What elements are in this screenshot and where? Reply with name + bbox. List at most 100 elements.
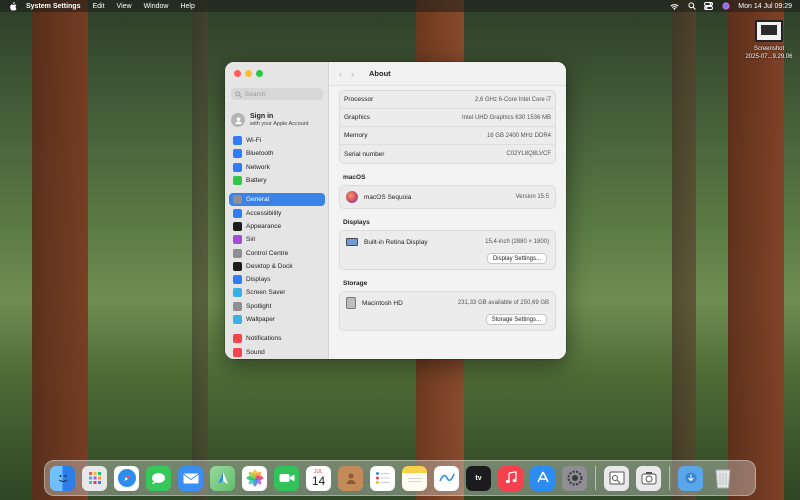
sidebar-item-appearance[interactable]: Appearance	[229, 220, 325, 233]
sidebar-item-spotlight[interactable]: Spotlight	[229, 300, 325, 313]
menu-clock[interactable]: Mon 14 Jul 09:29	[738, 3, 792, 10]
launchpad-icon[interactable]	[82, 465, 107, 491]
laptop-display-icon	[346, 238, 358, 246]
close-window-button[interactable]	[234, 70, 241, 77]
displays-icon	[233, 275, 242, 285]
maps-icon[interactable]	[210, 465, 235, 491]
sidebar-item-wifi[interactable]: Wi-Fi	[229, 134, 325, 147]
freeform-icon[interactable]	[434, 465, 459, 491]
wifi-status-icon[interactable]	[670, 2, 679, 10]
apple-menu-icon[interactable]	[8, 1, 18, 11]
preview-icon[interactable]	[604, 465, 629, 491]
back-chevron-icon[interactable]: ‹	[339, 69, 342, 79]
sidebar-item-screen-saver[interactable]: Screen Saver	[229, 286, 325, 299]
music-icon[interactable]	[498, 465, 523, 491]
sidebar-item-siri[interactable]: Siri	[229, 233, 325, 246]
storage-name: Macintosh HD	[362, 299, 403, 307]
macos-version: Version 15.5	[515, 194, 549, 200]
display-detail: 15,4-inch (2880 × 1800)	[485, 239, 549, 245]
downloads-folder-icon[interactable]	[678, 465, 703, 491]
toolbar: ‹ › About	[329, 62, 566, 86]
spec-value: C02YL8Q8LVCF	[506, 151, 551, 157]
sidebar-item-accessibility[interactable]: Accessibility	[229, 206, 325, 219]
sidebar-item-label: Bluetooth	[246, 150, 274, 158]
sidebar-item-general[interactable]: General	[229, 193, 325, 207]
sign-in-item[interactable]: Sign in with your Apple Account	[231, 107, 323, 133]
display-settings-button[interactable]: Display Settings...	[486, 253, 547, 264]
notes-icon[interactable]	[402, 465, 427, 491]
app-store-icon[interactable]	[530, 465, 555, 491]
network-icon	[233, 162, 242, 172]
sidebar-item-sound[interactable]: Sound	[229, 345, 325, 358]
window-controls	[234, 70, 263, 77]
contacts-icon[interactable]	[338, 465, 363, 491]
photos-icon[interactable]	[242, 465, 267, 491]
zoom-window-button[interactable]	[256, 70, 263, 77]
sidebar-item-battery[interactable]: Battery	[229, 174, 325, 187]
sidebar-item-label: Sound	[246, 348, 265, 356]
desktop-dock-icon	[233, 261, 242, 271]
spec-value: 16 GB 2400 MHz DDR4	[486, 132, 551, 139]
sidebar-item-label: Network	[246, 163, 270, 171]
about-scroll-area[interactable]: Processor 2,6 GHz 6-Core Intel Core i7 Gr…	[329, 86, 566, 359]
macos-card: macOS Sequoia Version 15.5	[339, 185, 556, 209]
menu-help[interactable]: Help	[180, 3, 194, 10]
gear-icon	[233, 195, 242, 205]
control-centre-icon	[233, 248, 242, 258]
safari-icon[interactable]	[114, 465, 139, 491]
page-title: About	[369, 69, 391, 78]
trash-icon[interactable]	[710, 466, 735, 491]
storage-detail: 231,33 GB available of 250,69 GB	[457, 300, 549, 306]
finder-icon[interactable]	[50, 465, 75, 491]
sidebar-item-network[interactable]: Network	[229, 161, 325, 174]
sidebar-item-label: Siri	[246, 236, 256, 244]
messages-icon[interactable]	[146, 465, 171, 491]
menu-app-name[interactable]: System Settings	[26, 3, 80, 10]
menu-view[interactable]: View	[117, 3, 132, 10]
display-row: Built-in Retina Display 15,4-inch (2880 …	[340, 231, 555, 253]
facetime-icon[interactable]	[274, 465, 299, 491]
storage-card: Macintosh HD 231,33 GB available of 250,…	[339, 291, 556, 331]
screenshot-tool-icon[interactable]	[636, 465, 661, 491]
appearance-icon	[233, 221, 242, 231]
apple-tv-icon[interactable]: tv	[466, 465, 491, 491]
displays-card: Built-in Retina Display 15,4-inch (2880 …	[339, 230, 556, 270]
sidebar-item-displays[interactable]: Displays	[229, 273, 325, 286]
control-centre-toggle-icon[interactable]	[704, 2, 714, 10]
sidebar-item-wallpaper[interactable]: Wallpaper	[229, 313, 325, 326]
desktop-screenshot-file[interactable]: Screenshot 2025-07...9.29.06	[740, 20, 798, 61]
mail-icon[interactable]	[178, 465, 203, 491]
sidebar-item-label: Desktop & Dock	[246, 262, 293, 270]
sidebar-item-label: Displays	[246, 276, 271, 284]
spotlight-search-icon[interactable]	[687, 2, 696, 10]
sidebar-item-label: Screen Saver	[246, 289, 286, 297]
spec-row-serial: Serial number C02YL8Q8LVCF	[340, 145, 555, 163]
sidebar-item-notifications[interactable]: Notifications	[229, 332, 325, 345]
menu-edit[interactable]: Edit	[92, 3, 104, 10]
screenshot-thumbnail-icon	[755, 20, 783, 42]
desktop-file-name-line2: 2025-07...9.29.06	[745, 54, 793, 60]
calendar-icon[interactable]: JUL 14	[306, 465, 331, 491]
sidebar-item-control-centre[interactable]: Control Centre	[229, 246, 325, 259]
desktop-file-name-line1: Screenshot	[753, 46, 785, 52]
search-field[interactable]: Search	[231, 88, 323, 100]
minimize-window-button[interactable]	[245, 70, 252, 77]
reminders-icon[interactable]	[370, 465, 395, 491]
menu-extras: Mon 14 Jul 09:29	[670, 0, 792, 12]
menu-window[interactable]: Window	[144, 3, 169, 10]
display-name: Built-in Retina Display	[364, 238, 428, 246]
displays-heading: Displays	[343, 219, 370, 226]
forward-chevron-icon[interactable]: ›	[351, 69, 354, 79]
sidebar-item-bluetooth[interactable]: Bluetooth	[229, 147, 325, 160]
siri-status-icon[interactable]	[721, 2, 730, 10]
macos-sequoia-icon	[346, 191, 358, 203]
storage-row: Macintosh HD 231,33 GB available of 250,…	[340, 292, 555, 314]
sidebar-item-label: Appearance	[246, 222, 282, 230]
storage-button-row: Storage Settings...	[340, 314, 555, 330]
spec-row-memory: Memory 16 GB 2400 MHz DDR4	[340, 127, 555, 145]
system-settings-icon[interactable]	[562, 465, 587, 491]
accessibility-icon	[233, 208, 242, 218]
hard-disk-icon	[346, 297, 356, 309]
sidebar-item-desktop-dock[interactable]: Desktop & Dock	[229, 260, 325, 273]
storage-settings-button[interactable]: Storage Settings...	[485, 314, 547, 325]
